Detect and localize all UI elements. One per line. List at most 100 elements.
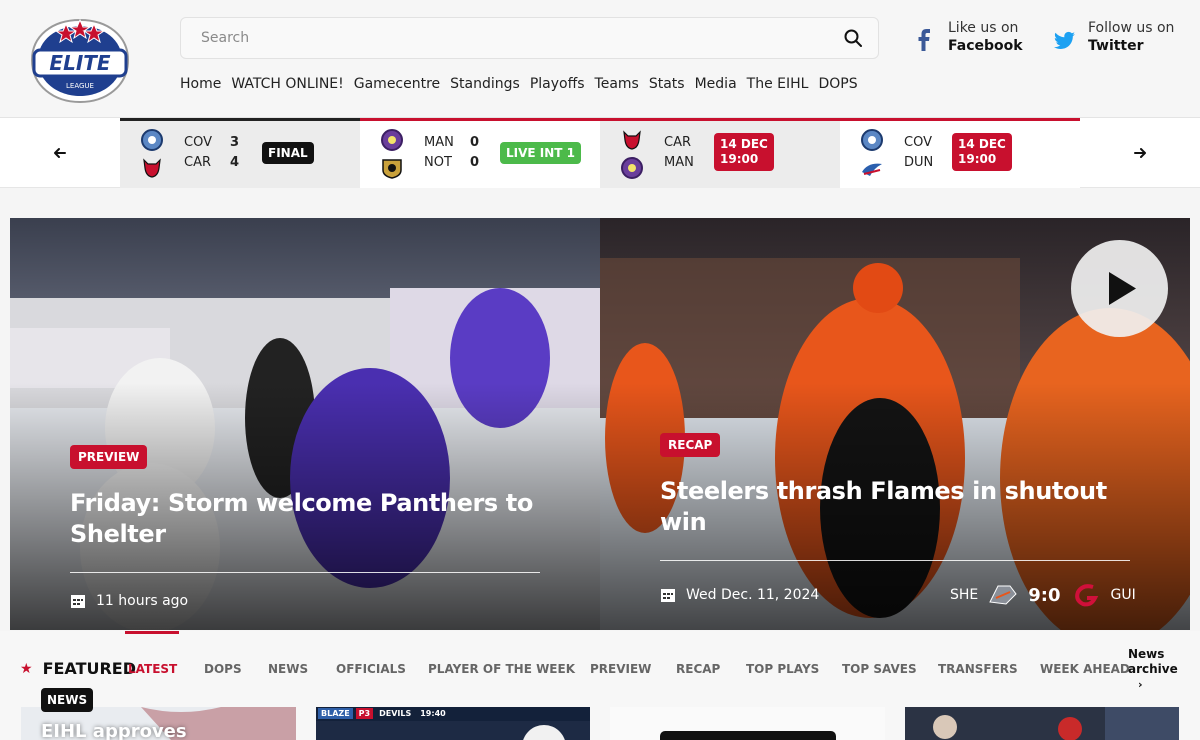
dundee-stars-logo	[862, 163, 882, 176]
nav-playoffs[interactable]: Playoffs	[530, 76, 585, 92]
status-time: 19:00	[958, 152, 997, 166]
nav-watch-online[interactable]: WATCH ONLINE!	[231, 76, 343, 92]
article-date-text: Wed Dec. 11, 2024	[686, 587, 820, 603]
tab-recap[interactable]: RECAP	[676, 662, 720, 676]
article-title[interactable]: Steelers thrash Flames in shutout win	[660, 476, 1140, 538]
article-category-badge[interactable]: PREVIEW	[70, 445, 148, 469]
score-card-top-bar	[360, 118, 600, 121]
archive-line2: archive	[1128, 662, 1178, 676]
status-badge: FINAL	[262, 142, 314, 164]
coventry-blaze-logo	[141, 129, 163, 151]
logo-subtext: LEAGUE	[66, 82, 94, 90]
scoreboard-home: BLAZE	[318, 708, 353, 719]
article-title[interactable]: Friday: Storm welcome Panthers to Shelte…	[70, 488, 540, 550]
away-team: MAN	[664, 155, 694, 170]
nottingham-panthers-logo	[382, 159, 402, 179]
play-icon	[1109, 272, 1136, 305]
arrow-left-icon[interactable]	[50, 143, 70, 163]
tab-week-ahead[interactable]: WEEK AHEAD	[1040, 662, 1130, 676]
tab-top-saves[interactable]: TOP SAVES	[842, 662, 917, 676]
tab-top-plays[interactable]: TOP PLAYS	[746, 662, 819, 676]
featured-title: FEATURED	[42, 659, 136, 678]
home-team: CAR	[664, 135, 692, 150]
manchester-storm-logo	[621, 157, 643, 179]
active-tab-indicator	[125, 631, 179, 634]
site-header: ELITE LEAGUE Home WATCH ONLINE! Gamecent…	[0, 0, 1200, 118]
score-teams: MAN NOT	[424, 133, 454, 173]
tab-news[interactable]: NEWS	[268, 662, 308, 676]
card-category-badge[interactable]: NEWS	[41, 688, 94, 712]
facebook-icon	[918, 29, 930, 51]
card-image-dops-graphic	[610, 707, 885, 740]
twitter-icon	[1054, 31, 1075, 49]
score-card-4[interactable]: COV DUN 14 DEC 19:00	[840, 118, 1080, 188]
featured-card-4[interactable]	[905, 707, 1179, 740]
nav-dops[interactable]: DOPS	[818, 76, 857, 92]
score-card-3[interactable]: CAR MAN 14 DEC 19:00	[600, 118, 840, 188]
coventry-blaze-logo	[861, 129, 883, 151]
elite-league-logo[interactable]: ELITE LEAGUE	[28, 14, 132, 108]
hero-image-hockey-preview	[10, 218, 600, 630]
home-team: COV	[904, 135, 932, 150]
tab-transfers[interactable]: TRANSFERS	[938, 662, 1018, 676]
card-title[interactable]: EIHL approves	[41, 721, 187, 740]
score-teams: COV CAR	[184, 133, 212, 173]
hero-article-preview[interactable]: PREVIEW Friday: Storm welcome Panthers t…	[10, 218, 600, 630]
nav-media[interactable]: Media	[695, 76, 737, 92]
scores-ticker: COV CAR 3 4 FINAL MAN NOT 0 0 LIVE INT 1	[0, 118, 1200, 188]
star-icon: ★	[20, 660, 33, 677]
article-date: 11 hours ago	[70, 593, 188, 609]
nav-standings[interactable]: Standings	[450, 76, 520, 92]
featured-card-3[interactable]	[610, 707, 885, 740]
tab-dops[interactable]: DOPS	[204, 662, 242, 676]
score-teams: COV DUN	[904, 133, 933, 173]
arrow-right-icon[interactable]	[1130, 143, 1150, 163]
nav-stats[interactable]: Stats	[649, 76, 685, 92]
away-score: 0	[470, 155, 480, 170]
play-video-button[interactable]	[1071, 240, 1168, 337]
hero-article-recap[interactable]: RECAP Steelers thrash Flames in shutout …	[600, 218, 1190, 630]
calendar-icon	[71, 595, 85, 608]
recap-home-team: SHE	[950, 587, 979, 603]
away-score: 4	[230, 155, 240, 170]
archive-line1: News	[1128, 647, 1165, 661]
sheffield-steelers-logo	[989, 585, 1017, 605]
score-card-top-bar	[840, 118, 1080, 121]
nav-gamecentre[interactable]: Gamecentre	[354, 76, 440, 92]
scoreboard-period: P3	[355, 708, 374, 719]
news-archive-link[interactable]: News archive ›	[1128, 647, 1178, 692]
score-card-2[interactable]: MAN NOT 0 0 LIVE INT 1	[360, 118, 600, 188]
logo-text: ELITE	[49, 51, 110, 75]
home-score: 0	[470, 135, 480, 150]
card-image	[905, 707, 1179, 740]
twitter-line1: Follow us on	[1088, 20, 1175, 36]
article-date-text: 11 hours ago	[96, 593, 189, 609]
score-teams: CAR MAN	[664, 133, 694, 173]
article-date: Wed Dec. 11, 2024	[660, 587, 819, 603]
featured-card-2[interactable]: BLAZE P3 DEVILS 19:40	[316, 707, 590, 740]
nav-the-eihl[interactable]: The EIHL	[747, 76, 809, 92]
featured-heading: ★ FEATURED	[20, 659, 136, 678]
tab-officials[interactable]: OFFICIALS	[336, 662, 406, 676]
facebook-line2: Facebook	[948, 38, 1023, 54]
status-badge: LIVE INT 1	[500, 142, 581, 164]
facebook-link[interactable]: Like us on Facebook	[912, 19, 1023, 55]
twitter-link[interactable]: Follow us on Twitter	[1052, 19, 1174, 55]
cardiff-devils-logo	[623, 130, 641, 150]
tab-latest[interactable]: LATEST	[128, 662, 177, 676]
status-date: 14 DEC	[720, 137, 768, 151]
tab-player-of-the-week[interactable]: PLAYER OF THE WEEK	[428, 662, 575, 676]
score-card-1[interactable]: COV CAR 3 4 FINAL	[120, 118, 360, 188]
tab-preview[interactable]: PREVIEW	[590, 662, 651, 676]
facebook-line1: Like us on	[948, 20, 1019, 36]
home-team: MAN	[424, 135, 454, 150]
status-badge: 14 DEC 19:00	[714, 133, 774, 171]
article-category-badge[interactable]: RECAP	[660, 433, 721, 457]
nav-home[interactable]: Home	[180, 76, 221, 92]
search-icon[interactable]	[844, 29, 862, 47]
status-badge: 14 DEC 19:00	[952, 133, 1012, 171]
article-divider	[660, 560, 1130, 561]
nav-teams[interactable]: Teams	[595, 76, 639, 92]
home-score: 3	[230, 135, 240, 150]
search-input[interactable]	[181, 18, 821, 58]
